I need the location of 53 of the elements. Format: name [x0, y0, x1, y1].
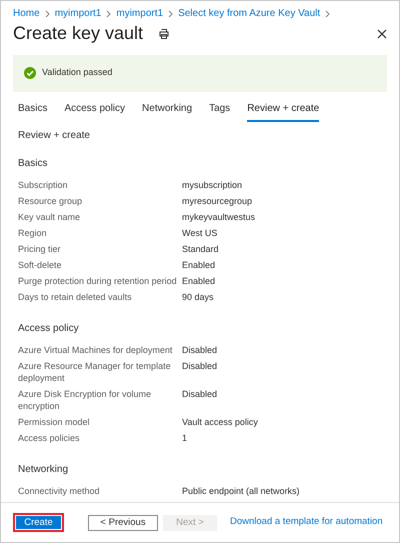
- field-value: Disabled: [182, 360, 218, 373]
- chevron-icon: [324, 10, 332, 18]
- field-label: Soft-delete: [18, 258, 63, 271]
- field-value: Public endpoint (all networks): [182, 484, 301, 497]
- print-icon[interactable]: [159, 28, 170, 39]
- field-label: Pricing tier: [18, 242, 62, 255]
- breadcrumb-link[interactable]: Home: [13, 6, 40, 21]
- field-value: Standard: [182, 242, 220, 255]
- field-value: Enabled: [182, 258, 216, 271]
- validation-message: Validation passed: [42, 66, 112, 80]
- field-label: Access policies: [18, 432, 81, 444]
- tab[interactable]: Access policy: [64, 100, 126, 122]
- section-heading: Basics: [18, 156, 48, 171]
- breadcrumb-link[interactable]: Select key from Azure Key Vault: [178, 6, 320, 21]
- section-heading: Networking: [18, 462, 70, 477]
- field-value: mysubscription: [182, 178, 244, 191]
- create-button[interactable]: Create: [13, 513, 64, 532]
- field-value: West US: [182, 226, 218, 239]
- section-heading: Access policy: [18, 322, 80, 336]
- previous-button[interactable]: < Previous: [88, 514, 158, 530]
- field-value: Enabled: [182, 274, 216, 287]
- field-value: Disabled: [182, 344, 218, 356]
- field-label: Purge protection during retention period: [18, 274, 178, 287]
- field-value: mykeyvaultwestus: [182, 210, 256, 223]
- tab[interactable]: Review + create: [247, 100, 320, 122]
- close-icon[interactable]: [377, 28, 387, 39]
- tab[interactable]: Basics: [18, 100, 48, 122]
- page-title: Create key vault: [13, 23, 144, 45]
- field-value: Vault access policy: [182, 416, 259, 428]
- field-label: Azure Resource Manager for template deployment: [18, 360, 172, 384]
- chevron-icon: [44, 10, 51, 18]
- field-label: Key vault name: [18, 210, 82, 223]
- field-label: Azure Disk Encryption for volume encryption: [18, 388, 152, 412]
- field-label: Subscription: [18, 178, 69, 191]
- breadcrumb-link[interactable]: myimport1: [54, 6, 102, 21]
- field-label: Days to retain deleted vaults: [18, 290, 133, 303]
- tab[interactable]: Networking: [142, 100, 192, 122]
- field-label: Region: [18, 226, 48, 239]
- field-value: myresourcegroup: [182, 194, 254, 207]
- field-label: Permission model: [18, 416, 91, 428]
- field-label: Resource group: [18, 194, 84, 207]
- chevron-icon: [167, 10, 174, 18]
- field-label: Azure Virtual Machines for deployment: [18, 344, 174, 356]
- breadcrumb-link[interactable]: myimport1: [116, 6, 164, 21]
- chevron-icon: [105, 10, 112, 18]
- check-circle-icon: [24, 67, 36, 80]
- tab[interactable]: Tags: [209, 100, 230, 122]
- field-label: Connectivity method: [18, 484, 101, 497]
- download-template-link[interactable]: Download a template for automation: [230, 515, 383, 530]
- field-value: Disabled: [182, 388, 218, 401]
- field-value: 1: [182, 432, 188, 444]
- field-value: 90 days: [182, 290, 215, 303]
- section-heading: Review + create: [18, 128, 91, 143]
